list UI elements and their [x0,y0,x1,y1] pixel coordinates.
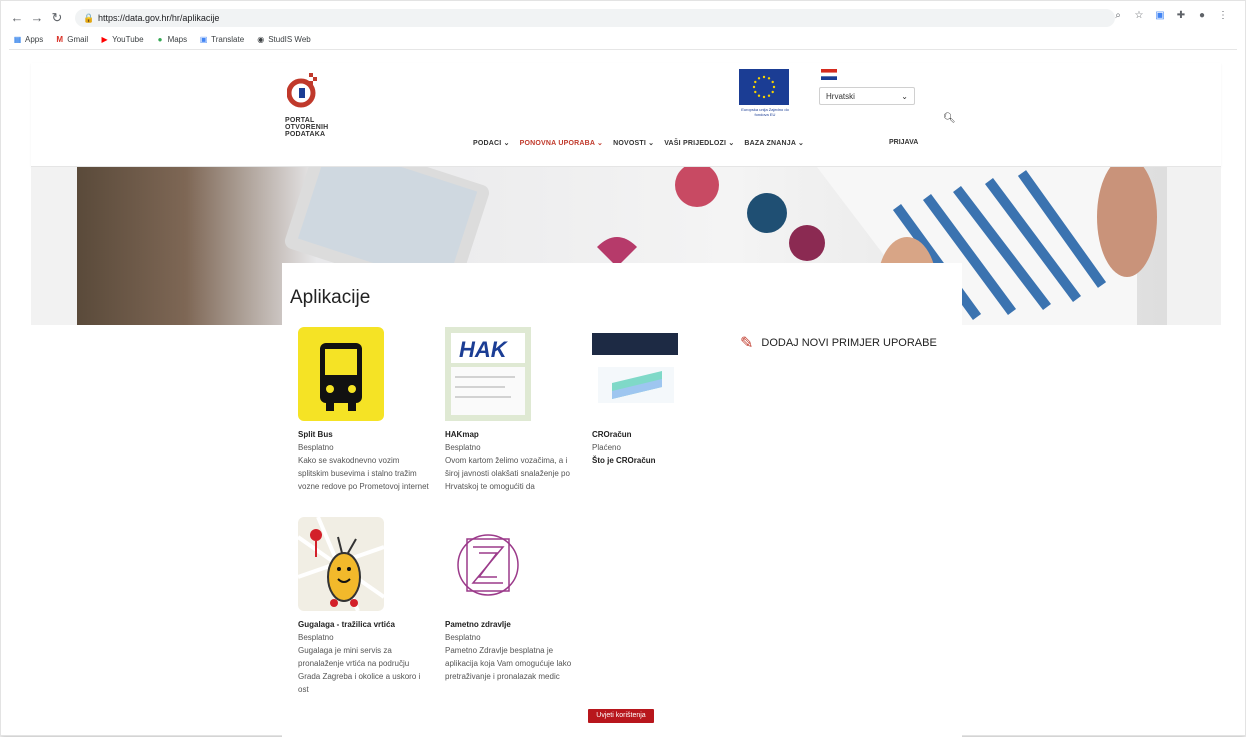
page-title: Aplikacije [290,287,371,308]
back-arrow-icon[interactable]: ← [9,10,25,26]
browser-window: ← → ↻ 🔒 https://data.gov.hr/hr/aplikacij… [0,0,1246,737]
app-card[interactable]: Gugalaga - tražilica vrtića Besplatno Gu… [296,516,438,696]
star-icon[interactable]: ☆ [1133,9,1145,23]
main-nav: PODACI ⌄ PONOVNA UPORABA ⌄ NOVOSTI ⌄ VAŠ… [473,139,804,147]
pametno-zdravlje-logo-icon [445,517,531,611]
app-name[interactable]: Split Bus [298,430,438,439]
reload-icon[interactable]: ↻ [49,10,65,26]
bookmark-studis[interactable]: ◉ StudIS Web [256,35,311,44]
app-description: Ovom kartom želimo vozačima, a i široj j… [445,456,570,491]
extension-area: ⌕ ☆ ▣ ✚ ● ⋮ [1112,9,1229,23]
eu-caption: Europska unija Zajedno do fondova EU [741,107,789,117]
eu-flag-icon [739,69,789,105]
search-icon[interactable]: 🔍︎ [943,113,956,124]
forward-arrow-icon[interactable]: → [29,10,45,26]
app-name[interactable]: Pametno zdravlje [445,620,585,629]
pencil-icon: ✎ [740,335,754,352]
nav-item-novosti[interactable]: NOVOSTI ⌄ [613,139,654,147]
bookmark-gmail[interactable]: M Gmail [55,35,88,44]
toolbar-divider [9,49,1237,50]
add-new-label: DODAJ NOVI PRIMJER UPORABE [761,337,937,349]
croracun-thumbnail-icon [592,327,678,421]
site-header: PORTAL OTVORENIH PODATAKA Europska unija… [31,63,1221,167]
language-select[interactable]: Hrvatski ⌄ [819,87,915,105]
app-name[interactable]: Gugalaga - tražilica vrtića [298,620,438,629]
logo-line: PODATAKA [285,131,326,138]
bookmark-label: YouTube [112,34,144,44]
svg-text:HAK: HAK [459,337,509,362]
bookmark-maps[interactable]: ● Maps [156,34,188,44]
app-price: Besplatno [298,443,334,452]
menu-icon[interactable]: ⋮ [1217,9,1229,23]
gmail-icon: M [56,34,64,44]
app-name[interactable]: HAKmap [445,430,585,439]
browser-toolbar: ← → ↻ 🔒 https://data.gov.hr/hr/aplikacij… [9,7,1239,29]
language-value: Hrvatski [826,91,855,101]
profile-icon[interactable]: ● [1196,9,1208,23]
bookmarks-bar: ▦ Apps M Gmail ▶ YouTube ● Maps ▣ Transl… [13,32,311,46]
gugalaga-mascot-icon [296,516,386,612]
bookmark-label: StudIS Web [268,34,311,44]
terms-of-use-button[interactable]: Uvjeti korištenja [588,709,654,723]
zoom-icon[interactable]: ⌕ [1112,9,1124,23]
youtube-icon: ▶ [101,34,108,44]
bookmark-translate[interactable]: ▣ Translate [199,35,244,44]
nav-item-vasi-prijedlozi[interactable]: VAŠI PRIJEDLOZI ⌄ [664,139,734,147]
app-price: Besplatno [445,633,481,642]
chevron-down-icon: ⌄ [901,91,908,101]
logo-text: PORTAL OTVORENIH PODATAKA [285,117,328,138]
logo-line: PORTAL [285,117,315,124]
app-price: Besplatno [298,633,334,642]
bookmark-apps[interactable]: ▦ Apps [13,34,44,44]
app-price: Besplatno [445,443,481,452]
address-bar[interactable]: 🔒 https://data.gov.hr/hr/aplikacije [75,9,1115,27]
hakmap-thumbnail-icon: HAK [445,327,531,421]
globe-icon: ◉ [257,34,265,44]
logo-line: OTVORENIH [285,124,329,131]
app-description: Kako se svakodnevno vozim splitskim buse… [298,456,429,491]
nav-item-ponovna-uporaba[interactable]: PONOVNA UPORABA ⌄ [520,139,603,147]
bookmark-label: Maps [167,34,188,44]
bookmark-label: Translate [211,34,245,44]
bus-icon [298,327,384,421]
app-card[interactable]: Pametno zdravlje Besplatno Pametno Zdrav… [445,517,585,683]
app-card[interactable]: CROračun Plaćeno Što je CROračun [592,327,732,465]
puzzle-extension-icon[interactable]: ✚ [1175,9,1187,23]
apps-grid-icon: ▦ [13,34,22,44]
add-new-example-button[interactable]: ✎ DODAJ NOVI PRIMJER UPORABE [740,333,937,353]
content-card: Aplikacije ✎ DODAJ NOVI PRIMJER UPORABE … [282,263,962,737]
url-text: https://data.gov.hr/hr/aplikacije [98,13,220,23]
bookmark-label: Apps [25,34,44,44]
translate-extension-icon[interactable]: ▣ [1154,9,1166,23]
nav-item-podaci[interactable]: PODACI ⌄ [473,139,510,147]
app-price: Plaćeno [592,443,621,452]
portal-logo-icon[interactable] [287,71,319,109]
bookmark-label: Gmail [67,34,89,44]
maps-pin-icon: ● [157,34,163,44]
nav-item-baza-znanja[interactable]: BAZA ZNANJA ⌄ [744,139,804,147]
translate-icon: ▣ [199,34,208,44]
lock-icon: 🔒 [83,12,95,23]
app-card[interactable]: HAK HAKmap Besplatno Ovom kartom želimo … [445,327,585,493]
bookmark-youtube[interactable]: ▶ YouTube [100,34,144,44]
app-card[interactable]: Split Bus Besplatno Kako se svakodnevno … [298,327,438,493]
app-description: Pametno Zdravlje besplatna je aplikacija… [445,646,572,681]
login-link[interactable]: PRIJAVA [889,139,918,146]
app-more-link[interactable]: Što je CROračun [592,456,732,465]
app-name[interactable]: CROračun [592,430,732,439]
app-description: Gugalaga je mini servis za pronalaženje … [298,646,421,694]
croatian-flag-icon[interactable] [821,69,837,80]
